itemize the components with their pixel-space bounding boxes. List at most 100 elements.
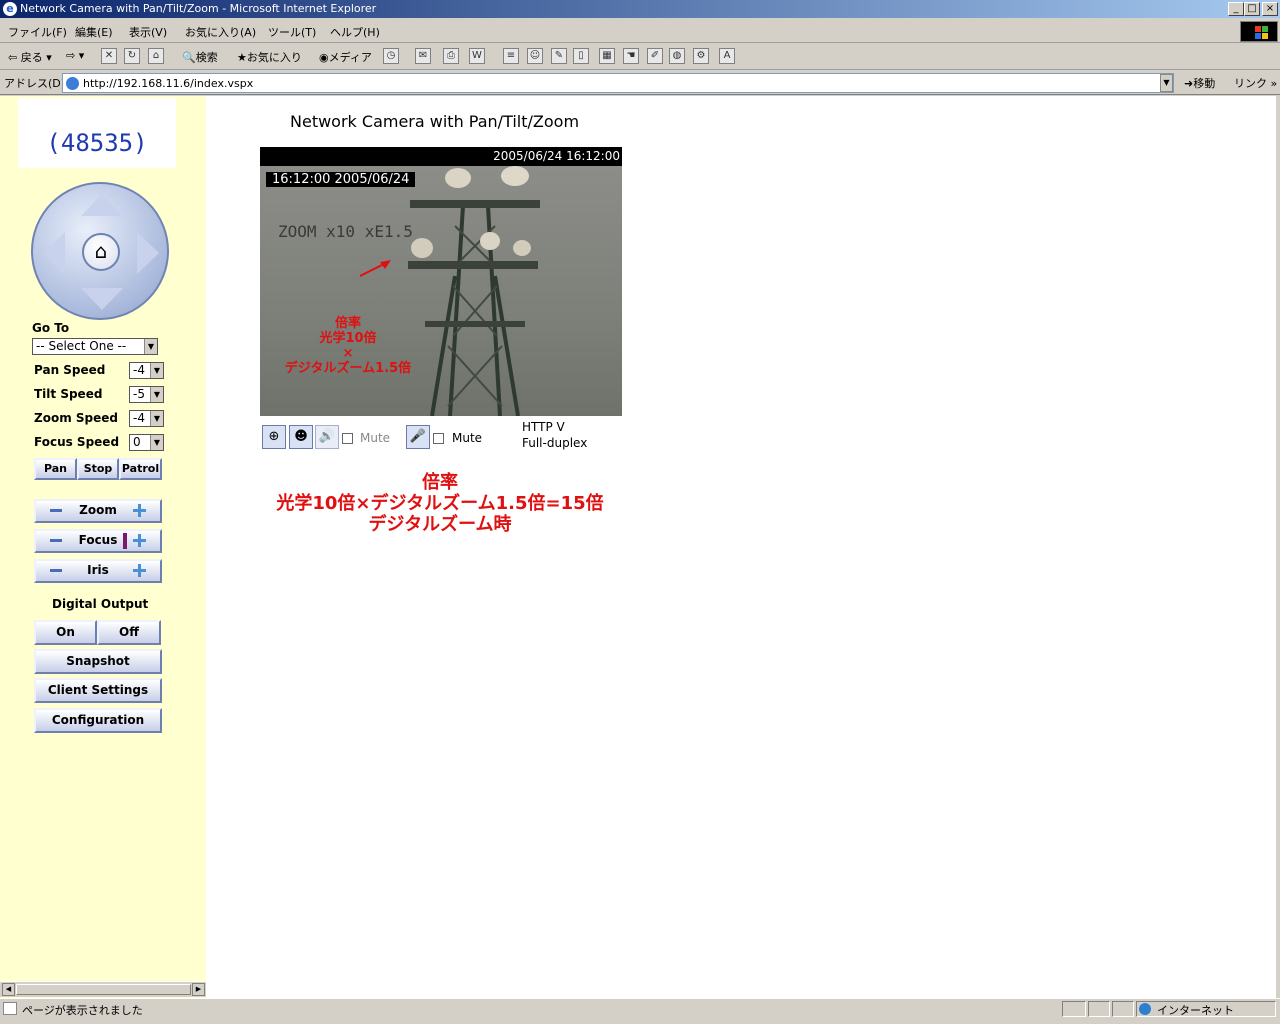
hand-icon[interactable]: ☚ bbox=[623, 48, 639, 64]
zoom-in-icon[interactable] bbox=[133, 504, 146, 517]
zoom-label: Zoom bbox=[79, 503, 117, 517]
output-off-button[interactable]: Off bbox=[97, 620, 161, 645]
discuss-icon[interactable]: ≡ bbox=[503, 48, 519, 64]
pan-left-icon[interactable] bbox=[43, 232, 65, 274]
caption-line: 光学10倍×デジタルズーム1.5倍=15倍 bbox=[276, 493, 604, 514]
menu-view[interactable]: 表示(V) bbox=[129, 24, 167, 40]
print-icon[interactable]: ⎙ bbox=[443, 48, 459, 64]
stop-icon[interactable]: ✕ bbox=[101, 48, 117, 64]
phone-icon[interactable]: ▯ bbox=[573, 48, 589, 64]
go-button[interactable]: ➜移動 bbox=[1184, 75, 1215, 91]
toolbar: ⇦ 戻る ▾ ⇨ ▾ ✕ ↻ ⌂ 🔍検索 ★お気に入り ◉メディア ◷ ✉ ⎙ … bbox=[0, 44, 1280, 70]
annotation-line: 倍率 bbox=[334, 316, 361, 331]
digital-output-label: Digital Output bbox=[52, 597, 149, 611]
iris-label: Iris bbox=[87, 563, 109, 577]
minimize-button[interactable]: _ bbox=[1228, 2, 1244, 16]
output-on-button[interactable]: On bbox=[34, 620, 97, 645]
favorites-label: お気に入り bbox=[246, 51, 302, 64]
zoom-out-icon[interactable] bbox=[50, 509, 62, 512]
zoom-control[interactable]: Zoom bbox=[34, 499, 162, 523]
history-icon[interactable]: ◷ bbox=[383, 48, 399, 64]
pan-speed-label: Pan Speed bbox=[34, 363, 106, 377]
calc-icon[interactable]: ▦ bbox=[599, 48, 615, 64]
speaker-icon[interactable]: 🔊 bbox=[315, 425, 339, 449]
maximize-button[interactable]: □ bbox=[1244, 2, 1260, 16]
messenger-icon[interactable]: ☺ bbox=[527, 48, 543, 64]
annotation-line: × bbox=[342, 346, 354, 361]
research-icon[interactable]: ✎ bbox=[551, 48, 567, 64]
tilt-speed-select[interactable]: -5 ▼ bbox=[129, 386, 164, 403]
focus-far-icon[interactable] bbox=[133, 534, 146, 547]
page-icon bbox=[66, 77, 79, 90]
favorites-icon: ★ bbox=[237, 51, 247, 64]
iris-close-icon[interactable] bbox=[50, 569, 62, 572]
ie-icon: e bbox=[3, 2, 17, 16]
chevron-down-icon: ▼ bbox=[150, 411, 163, 426]
scroll-right-icon[interactable]: ▶ bbox=[192, 983, 205, 996]
refresh-icon[interactable]: ↻ bbox=[124, 48, 140, 64]
goto-value: -- Select One -- bbox=[36, 339, 127, 353]
media-button[interactable]: ◉メディア bbox=[319, 49, 372, 65]
address-dropdown-icon[interactable]: ▼ bbox=[1160, 74, 1173, 92]
menu-help[interactable]: ヘルプ(H) bbox=[330, 24, 380, 40]
forward-button[interactable]: ⇨ ▾ bbox=[66, 49, 84, 62]
zoom-caption: 倍率 光学10倍×デジタルズーム1.5倍=15倍 デジタルズーム時 bbox=[240, 472, 640, 535]
annotation-line: デジタルズーム1.5倍 bbox=[284, 361, 412, 376]
windows-logo-icon bbox=[1240, 21, 1278, 42]
favorites-button[interactable]: ★お気に入り bbox=[237, 49, 302, 65]
back-label: 戻る bbox=[20, 51, 43, 64]
ptz-control-pad[interactable]: ⌂ bbox=[31, 182, 169, 320]
home-icon[interactable]: ⌂ bbox=[148, 48, 164, 64]
microphone-icon[interactable]: 🎤 bbox=[406, 425, 430, 449]
configuration-button[interactable]: Configuration bbox=[34, 708, 162, 733]
tilt-down-icon[interactable] bbox=[81, 288, 123, 310]
patrol-button[interactable]: Patrol bbox=[119, 458, 162, 480]
globe-icon[interactable]: ◍ bbox=[669, 48, 685, 64]
search-button[interactable]: 🔍検索 bbox=[182, 49, 218, 65]
address-input[interactable]: http://192.168.11.6/index.vspx bbox=[62, 73, 1174, 93]
address-label: アドレス(D) bbox=[4, 77, 66, 90]
menu-favorites[interactable]: お気に入り(A) bbox=[185, 24, 256, 40]
mute-checkbox-1[interactable] bbox=[342, 433, 353, 444]
talk-icon[interactable]: ☻ bbox=[289, 425, 313, 449]
gear-icon[interactable]: ⚙ bbox=[693, 48, 709, 64]
close-button[interactable]: × bbox=[1262, 2, 1278, 16]
sidebar-scrollbar[interactable]: ◀ ▶ bbox=[0, 981, 206, 997]
focus-speed-label: Focus Speed bbox=[34, 435, 120, 449]
iris-control[interactable]: Iris bbox=[34, 559, 162, 583]
pan-speed-select[interactable]: -4 ▼ bbox=[129, 362, 164, 379]
page-status-icon bbox=[3, 1002, 17, 1015]
goto-select[interactable]: -- Select One -- ▼ bbox=[32, 338, 158, 355]
tilt-up-icon[interactable] bbox=[81, 194, 123, 216]
menu-edit[interactable]: 編集(E) bbox=[75, 24, 113, 40]
media-label: メディア bbox=[328, 51, 372, 64]
home-position-icon[interactable]: ⌂ bbox=[82, 233, 120, 271]
goto-label: Go To bbox=[32, 321, 70, 335]
focus-near-icon[interactable] bbox=[50, 539, 62, 542]
stop-button[interactable]: Stop bbox=[77, 458, 119, 480]
client-settings-button[interactable]: Client Settings bbox=[34, 678, 162, 703]
window-title: Network Camera with Pan/Tilt/Zoom - Micr… bbox=[20, 2, 377, 15]
menu-file[interactable]: ファイル(F) bbox=[8, 24, 67, 40]
visit-counter: (48535) bbox=[18, 98, 176, 168]
zoom-speed-select[interactable]: -4 ▼ bbox=[129, 410, 164, 427]
tower-image bbox=[359, 166, 540, 416]
mail-icon[interactable]: ✉ bbox=[415, 48, 431, 64]
pen-icon[interactable]: ✐ bbox=[647, 48, 663, 64]
scroll-left-icon[interactable]: ◀ bbox=[2, 983, 15, 996]
focus-speed-value: 0 bbox=[133, 435, 141, 449]
pan-button[interactable]: Pan bbox=[34, 458, 77, 480]
pan-right-icon[interactable] bbox=[137, 232, 159, 274]
menu-tools[interactable]: ツール(T) bbox=[268, 24, 316, 40]
focus-control[interactable]: Focus bbox=[34, 529, 162, 553]
edit-icon[interactable]: W bbox=[469, 48, 485, 64]
focus-speed-select[interactable]: 0 ▼ bbox=[129, 434, 164, 451]
back-button[interactable]: ⇦ 戻る ▾ bbox=[8, 49, 52, 65]
translate-icon[interactable]: A bbox=[719, 48, 735, 64]
digital-zoom-icon[interactable]: ⊕ bbox=[262, 425, 286, 449]
snapshot-button[interactable]: Snapshot bbox=[34, 649, 162, 674]
mute-checkbox-2[interactable] bbox=[433, 433, 444, 444]
iris-open-icon[interactable] bbox=[133, 564, 146, 577]
scroll-thumb[interactable] bbox=[16, 984, 191, 995]
links-button[interactable]: リンク » bbox=[1234, 75, 1277, 91]
